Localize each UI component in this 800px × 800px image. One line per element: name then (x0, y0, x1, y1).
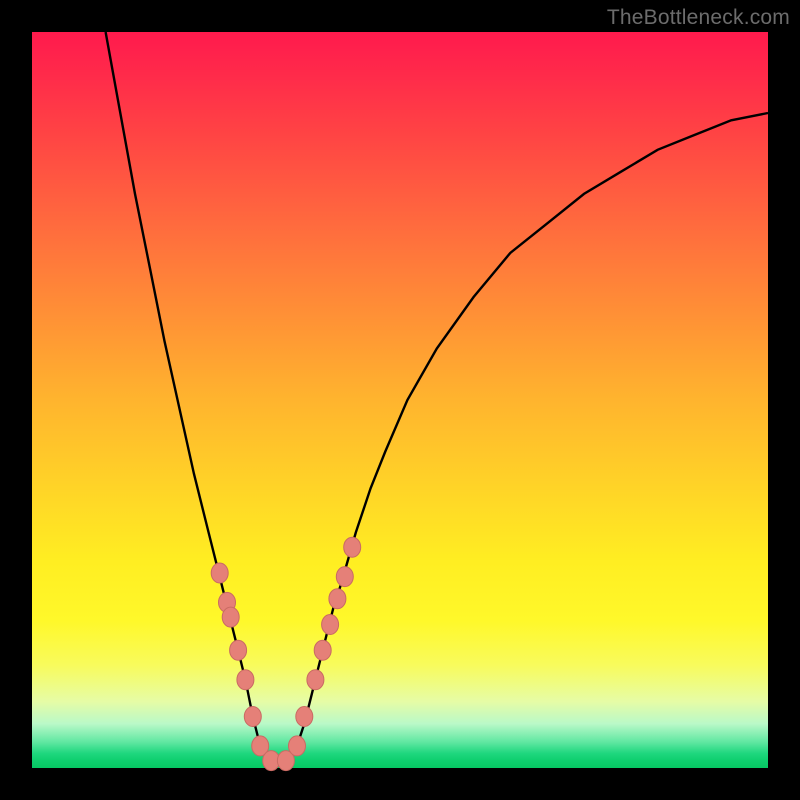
chart-marker (336, 567, 353, 587)
chart-frame: TheBottleneck.com (0, 0, 800, 800)
chart-marker (222, 607, 239, 627)
chart-marker (244, 707, 261, 727)
chart-marker (314, 640, 331, 660)
chart-marker (344, 537, 361, 557)
chart-plot-area (32, 32, 768, 768)
chart-markers-group (211, 537, 361, 770)
chart-marker (322, 615, 339, 635)
chart-curve-group (106, 32, 768, 764)
chart-marker (230, 640, 247, 660)
chart-marker (289, 736, 306, 756)
chart-marker (211, 563, 228, 583)
chart-marker (237, 670, 254, 690)
chart-svg (32, 32, 768, 768)
chart-marker (307, 670, 324, 690)
curve-right (290, 113, 768, 761)
watermark-text: TheBottleneck.com (607, 6, 790, 30)
chart-marker (329, 589, 346, 609)
chart-marker (296, 707, 313, 727)
